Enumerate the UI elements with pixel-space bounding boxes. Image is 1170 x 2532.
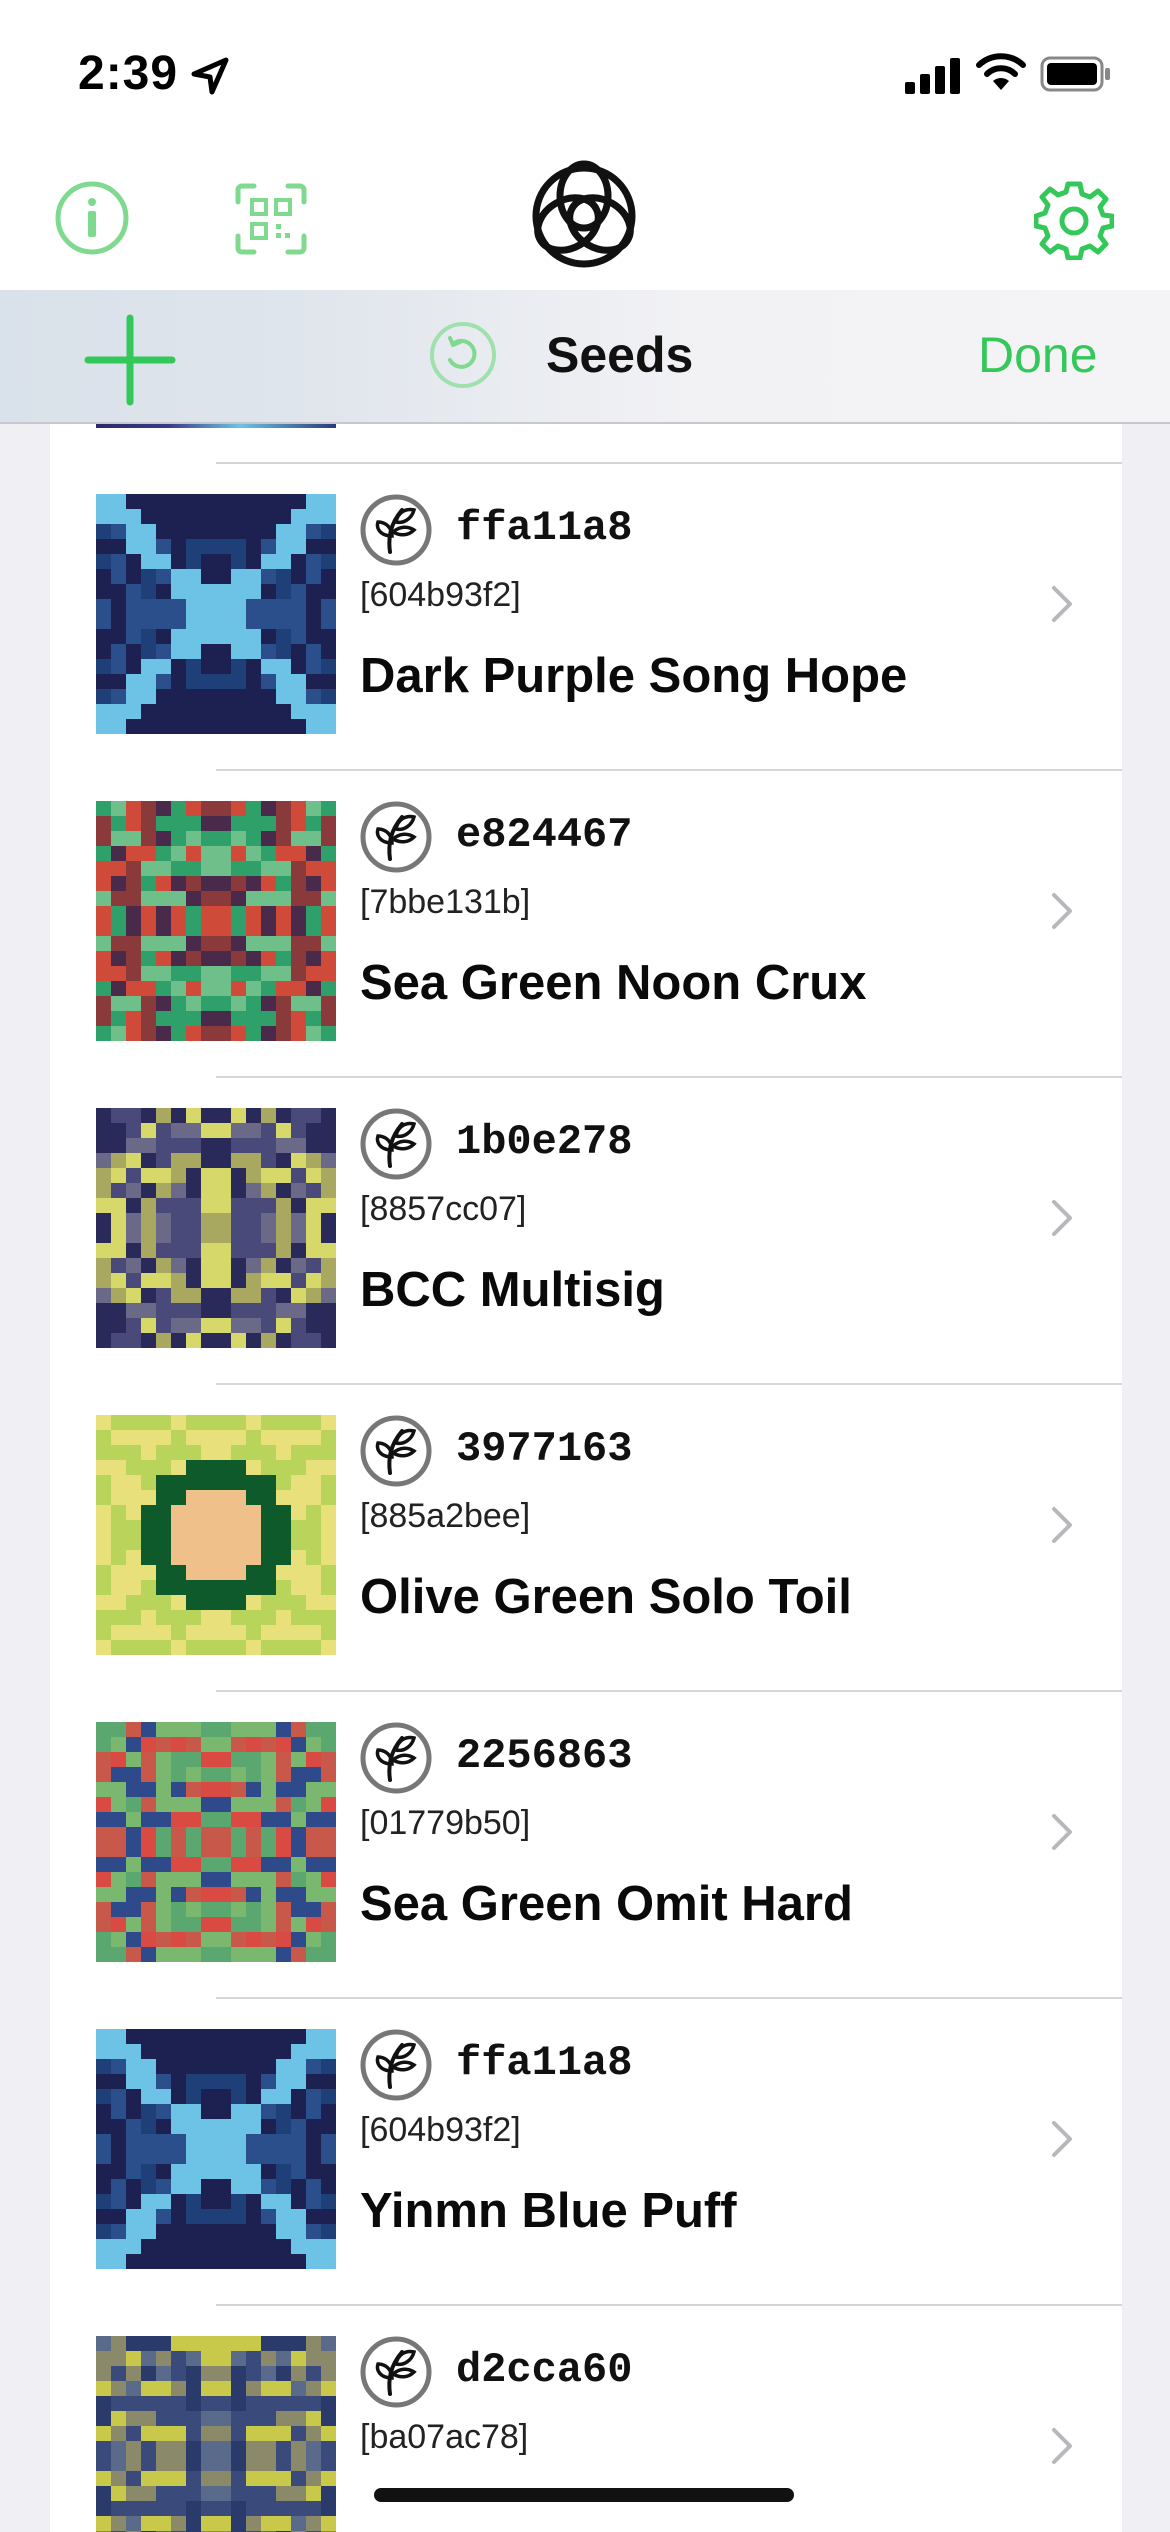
seed-id: d2cca60: [456, 2346, 633, 2394]
seed-identicon: [96, 1722, 336, 1962]
row-separator: [216, 2304, 1122, 2306]
row-separator: [216, 1076, 1122, 1078]
seed-fingerprint: [8857cc07]: [360, 1190, 527, 1228]
seed-fingerprint: [604b93f2]: [360, 2111, 521, 2149]
seed-sprout-icon: [360, 801, 432, 873]
seed-id: 2256863: [456, 1732, 633, 1780]
seed-fingerprint: [885a2bee]: [360, 1497, 531, 1535]
cellular-signal-icon: [905, 58, 960, 94]
seed-sprout-icon: [360, 494, 432, 566]
app-logo-icon: [532, 160, 636, 268]
seed-sprout-icon: [360, 1108, 432, 1180]
location-arrow-icon: [191, 57, 229, 95]
seed-id: ffa11a8: [456, 2039, 633, 2087]
top-toolbar: [0, 150, 1170, 290]
seed-row[interactable]: e824467 [7bbe131b] Sea Green Noon Crux: [50, 769, 1122, 1075]
wifi-icon: [976, 53, 1026, 90]
status-time: 2:39: [78, 47, 179, 100]
status-bar: 2:39: [0, 0, 1170, 150]
page-title: Seeds: [546, 327, 694, 383]
seed-name: BCC Multisig: [360, 1263, 665, 1317]
seed-id: 1b0e278: [456, 1118, 633, 1166]
seed-row[interactable]: 2256863 [01779b50] Sea Green Omit Hard: [50, 1690, 1122, 1996]
info-icon[interactable]: [54, 180, 130, 256]
add-seed-icon[interactable]: [80, 310, 180, 410]
settings-gear-icon[interactable]: [1034, 180, 1114, 260]
seed-id: e824467: [456, 811, 633, 859]
seed-identicon: [96, 801, 336, 1041]
seed-name: Yinmn Blue Puff: [360, 2184, 737, 2238]
battery-icon: [1040, 56, 1110, 92]
seed-sprout-icon: [360, 2029, 432, 2101]
row-separator: [216, 1690, 1122, 1692]
chevron-right-icon: [1052, 1507, 1072, 1543]
navigation-bar: Seeds Done: [0, 290, 1170, 424]
seed-fingerprint: [ba07ac78]: [360, 2418, 529, 2456]
seed-row[interactable]: 3977163 [885a2bee] Olive Green Solo Toil: [50, 1383, 1122, 1689]
row-separator: [216, 1997, 1122, 1999]
home-indicator: [374, 2488, 794, 2502]
refresh-icon[interactable]: [428, 320, 498, 390]
chevron-right-icon: [1052, 2428, 1072, 2464]
seed-name: Olive Green Solo Toil: [360, 1570, 852, 1624]
seed-sprout-icon: [360, 1415, 432, 1487]
seed-row[interactable]: 1b0e278 [8857cc07] BCC Multisig: [50, 1076, 1122, 1382]
partial-seed-thumbnail: [96, 424, 336, 428]
seed-name: Sea Green Noon Crux: [360, 956, 867, 1010]
seed-sprout-icon: [360, 1722, 432, 1794]
seed-id: ffa11a8: [456, 504, 633, 552]
chevron-right-icon: [1052, 1200, 1072, 1236]
row-separator: [216, 769, 1122, 771]
seed-fingerprint: [7bbe131b]: [360, 883, 531, 921]
chevron-right-icon: [1052, 2121, 1072, 2157]
seed-sprout-icon: [360, 2336, 432, 2408]
qr-code-scan-icon[interactable]: [234, 182, 308, 256]
seed-fingerprint: [604b93f2]: [360, 576, 521, 614]
seed-identicon: [96, 2336, 336, 2532]
chevron-right-icon: [1052, 1814, 1072, 1850]
seed-list: ffa11a8 [604b93f2] Dark Purple Song Hope…: [50, 424, 1122, 2532]
seed-name: Sea Green Omit Hard: [360, 1877, 853, 1931]
done-button[interactable]: Done: [978, 326, 1098, 384]
seed-id: 3977163: [456, 1425, 633, 1473]
seed-name: Dark Purple Song Hope: [360, 649, 908, 703]
row-separator: [216, 1383, 1122, 1385]
seed-identicon: [96, 2029, 336, 2269]
seed-fingerprint: [01779b50]: [360, 1804, 531, 1842]
seed-identicon: [96, 1415, 336, 1655]
seed-row[interactable]: ffa11a8 [604b93f2] Yinmn Blue Puff: [50, 1997, 1122, 2303]
seed-row[interactable]: ffa11a8 [604b93f2] Dark Purple Song Hope: [50, 462, 1122, 768]
chevron-right-icon: [1052, 586, 1072, 622]
row-separator: [216, 462, 1122, 464]
seed-identicon: [96, 494, 336, 734]
seed-identicon: [96, 1108, 336, 1348]
chevron-right-icon: [1052, 893, 1072, 929]
